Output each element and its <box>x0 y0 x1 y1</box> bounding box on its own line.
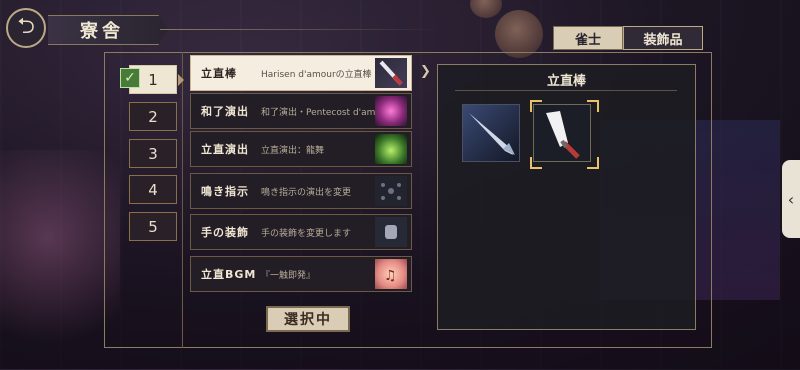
back-button[interactable]: ⮌ <box>6 8 46 48</box>
category-riichi-effect[interactable]: 立直演出 立直演出：龍舞 <box>190 131 412 167</box>
list-divider <box>182 52 183 348</box>
category-name: 立直棒 <box>201 67 237 80</box>
category-desc: 手の装飾を変更します <box>261 228 352 239</box>
category-name: 立直演出 <box>201 143 249 156</box>
dots-icon <box>375 176 407 206</box>
checkmark-icon: ✓ <box>120 68 140 88</box>
category-desc: 鳴き指示の演出を変更 <box>261 187 352 198</box>
category-name: 和了演出 <box>201 105 249 118</box>
selection-corner <box>530 100 542 112</box>
category-list: 立直棒 Harisen d'amourの立直棒 和了演出 和了演出・Pentec… <box>190 55 414 297</box>
category-name: 鳴き指示 <box>201 185 249 198</box>
hand-icon <box>375 217 407 247</box>
selection-corner <box>587 157 599 169</box>
title-divider <box>160 29 440 30</box>
category-desc: 和了演出・Pentecost d'amour <box>261 107 391 118</box>
side-panel-handle[interactable]: ‹ <box>782 160 800 238</box>
slot-pointer <box>178 74 184 86</box>
category-desc: 『一触即発』 <box>261 270 316 281</box>
detail-divider <box>455 90 677 91</box>
detail-title: 立直棒 <box>546 74 586 89</box>
preset-slot-4[interactable]: 4 <box>129 175 177 204</box>
chevron-left-icon: ‹ <box>787 189 795 209</box>
chevron-right-icon: ❯ <box>420 64 431 79</box>
category-win-effect[interactable]: 和了演出 和了演出・Pentecost d'amour <box>190 93 412 129</box>
back-arrow-icon: ⮌ <box>17 14 35 39</box>
selection-corner <box>587 100 599 112</box>
tab-accessories[interactable]: 装飾品 <box>623 26 703 50</box>
pink-effect-icon <box>375 96 407 126</box>
music-icon: ♫ <box>375 259 407 289</box>
green-effect-icon <box>375 134 407 164</box>
preset-slot-3[interactable]: 3 <box>129 139 177 168</box>
harisen-stick-icon <box>534 105 590 161</box>
category-name: 手の装飾 <box>201 226 249 239</box>
preset-slot-5[interactable]: 5 <box>129 212 177 241</box>
category-call-indicator[interactable]: 鳴き指示 鳴き指示の演出を変更 <box>190 173 412 209</box>
stick-icon <box>375 58 407 88</box>
category-hand-decoration[interactable]: 手の装飾 手の装飾を変更します <box>190 214 412 250</box>
page-title: 寮舎 <box>80 21 124 42</box>
sakura-decoration <box>0 150 120 370</box>
category-riichi-stick[interactable]: 立直棒 Harisen d'amourの立直棒 <box>190 55 412 91</box>
lantern <box>495 10 543 58</box>
select-button[interactable]: 選択中 <box>266 306 350 332</box>
svg-text:♫: ♫ <box>384 268 397 284</box>
item-card-selected[interactable] <box>533 104 591 162</box>
selection-corner <box>530 157 542 169</box>
item-card[interactable] <box>462 104 520 162</box>
category-riichi-bgm[interactable]: 立直BGM 『一触即発』 ♫ <box>190 256 412 292</box>
preset-slot-2[interactable]: 2 <box>129 102 177 131</box>
category-desc: Harisen d'amourの立直棒 <box>261 69 372 80</box>
category-name: 立直BGM <box>201 268 257 281</box>
category-desc: 立直演出：龍舞 <box>261 145 325 156</box>
tab-mahjong-players[interactable]: 雀士 <box>553 26 623 50</box>
fish-stick-icon <box>463 105 519 161</box>
